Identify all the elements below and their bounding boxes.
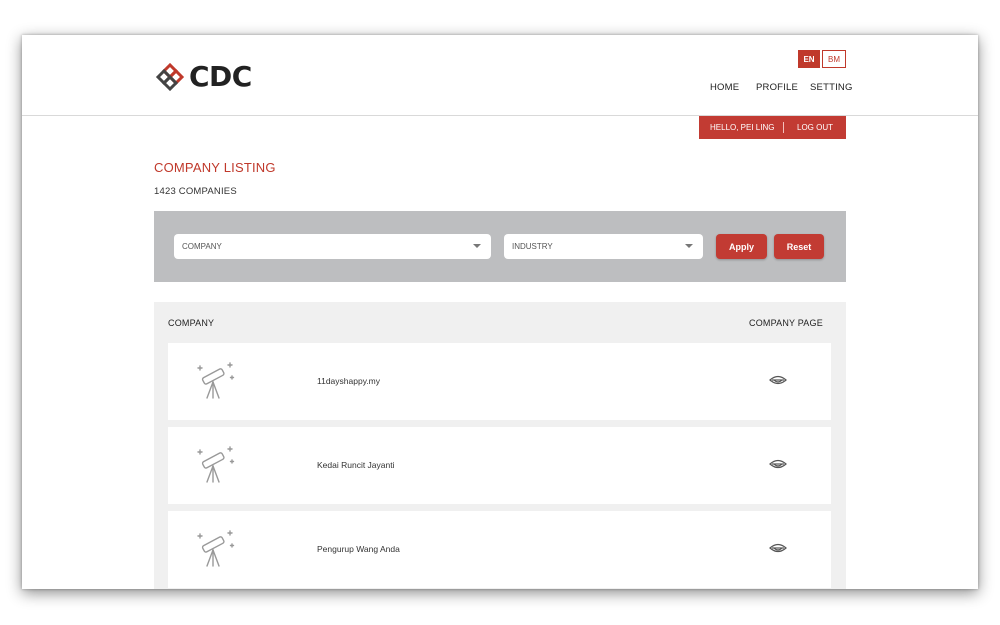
- company-name[interactable]: Kedai Runcit Jayanti: [317, 460, 395, 470]
- cdc-logo[interactable]: CDC: [154, 60, 252, 93]
- logout-link[interactable]: LOG OUT: [784, 123, 833, 132]
- page-title: COMPANY LISTING: [154, 160, 276, 175]
- column-header-company-page: COMPANY PAGE: [749, 318, 823, 328]
- nav-profile-link[interactable]: PROFILE: [756, 82, 798, 93]
- industry-select[interactable]: INDUSTRY: [504, 234, 703, 259]
- telescope-icon: [197, 446, 235, 483]
- table-row: Pengurup Wang Anda: [168, 511, 831, 588]
- filter-bar: COMPANY INDUSTRY Apply Reset: [154, 211, 846, 282]
- eye-icon[interactable]: [769, 540, 787, 556]
- table-row: 11dayshappy.my: [168, 343, 831, 420]
- chevron-down-icon: [685, 244, 693, 248]
- nav-home-link[interactable]: HOME: [710, 82, 739, 93]
- table-row: Kedai Runcit Jayanti: [168, 427, 831, 504]
- company-select[interactable]: COMPANY: [174, 234, 491, 259]
- column-header-company: COMPANY: [168, 318, 215, 328]
- nav-setting-link[interactable]: SETTING: [810, 82, 853, 93]
- apply-button[interactable]: Apply: [716, 234, 767, 259]
- site-header: CDC EN BM HOME PROFILE SETTING: [22, 35, 978, 116]
- logo-text: CDC: [189, 60, 252, 93]
- company-table: COMPANY COMPANY PAGE 11dayshappy.my Keda…: [154, 302, 846, 589]
- user-bar: HELLO, PEI LING LOG OUT: [699, 116, 846, 139]
- language-bm-button[interactable]: BM: [822, 50, 846, 68]
- company-select-value: COMPANY: [182, 242, 222, 251]
- company-count: 1423 COMPANIES: [154, 186, 237, 197]
- language-en-button[interactable]: EN: [798, 50, 820, 68]
- user-greeting: HELLO, PEI LING: [710, 123, 775, 132]
- company-name[interactable]: 11dayshappy.my: [317, 376, 380, 386]
- industry-select-value: INDUSTRY: [512, 242, 553, 251]
- chevron-down-icon: [473, 244, 481, 248]
- cdc-logo-icon: [155, 62, 185, 91]
- telescope-icon: [197, 530, 235, 567]
- eye-icon[interactable]: [769, 456, 787, 472]
- telescope-icon: [197, 362, 235, 399]
- browser-page: CDC EN BM HOME PROFILE SETTING HELLO, PE…: [22, 35, 978, 589]
- reset-button[interactable]: Reset: [774, 234, 824, 259]
- eye-icon[interactable]: [769, 372, 787, 388]
- company-name[interactable]: Pengurup Wang Anda: [317, 544, 400, 554]
